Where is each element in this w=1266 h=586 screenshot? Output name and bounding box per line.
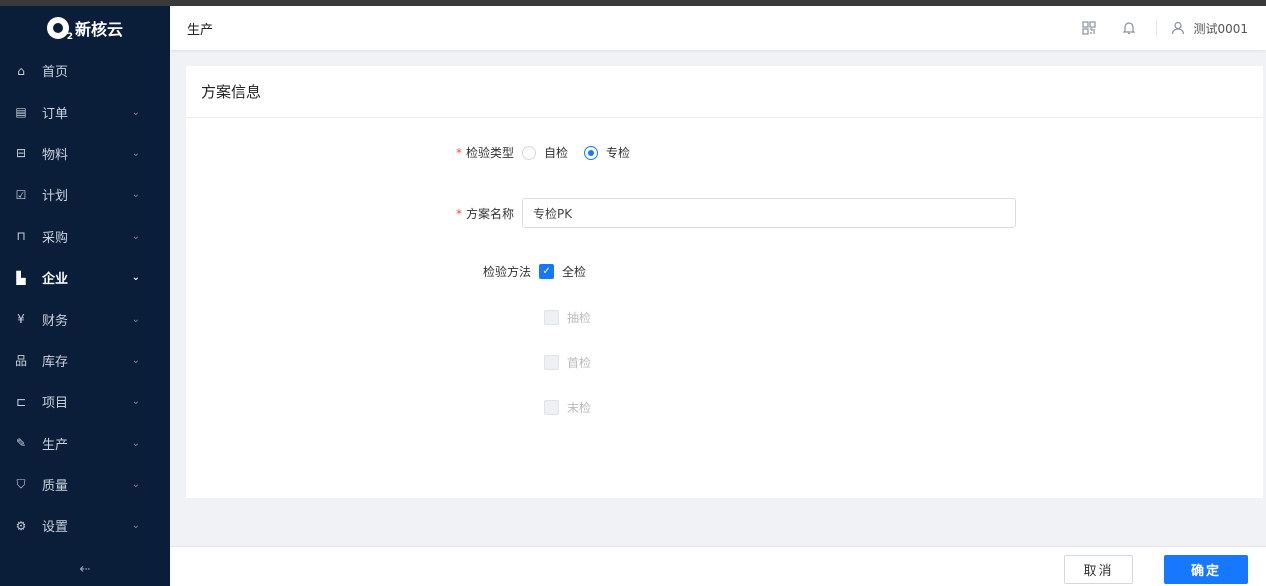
sidebar-item-label: 生产 xyxy=(42,437,69,453)
sidebar-item[interactable]: ¥ 财务 ⌄ xyxy=(0,298,170,339)
sidebar-item-label: 项目 xyxy=(42,396,69,412)
header-actions: 测试0001 xyxy=(1058,19,1248,37)
sidebar: 2 新核云 ⌂ 首页 ▤ 订单 ⌄ ⊟ 物料 ⌄ ☑ 计划 ⌄ ⊓ 采购 ⌄ ▙ 企业 ⌄ ¥ 财务 ⌄ 品库存 ⌄ ⊏ 项目… xyxy=(0,6,170,586)
inspection-type-label: * 检验类型 xyxy=(456,146,515,160)
sidebar-item-label: 质量 xyxy=(42,479,69,495)
plan-name-row: * 方案名称 xyxy=(456,198,1017,228)
top-header: 生产 测试0001 xyxy=(170,6,1266,50)
sidebar-item[interactable]: ☑ 计划 ⌄ xyxy=(0,174,170,215)
sidebar-item[interactable]: ⊟ 物料 ⌄ xyxy=(0,133,170,174)
sidebar-item[interactable]: 品库存 ⌄ xyxy=(0,340,170,381)
check-icon: ✓ xyxy=(539,264,555,279)
menu-icon: ⚙ xyxy=(15,518,27,533)
sidebar-item[interactable]: ⊓ 采购 ⌄ xyxy=(0,216,170,257)
sidebar-item-label: 物料 xyxy=(42,147,69,163)
sidebar-item[interactable]: ⛉ 质量 ⌄ xyxy=(0,464,170,505)
inspection-method-option-row: 末检 xyxy=(544,399,591,416)
sidebar-item[interactable]: ⚙ 设置 ⌄ xyxy=(0,505,170,546)
inspection-method-option-row: 抽检 xyxy=(544,309,591,326)
action-footer: 取消 确定 xyxy=(170,546,1266,586)
sidebar-item[interactable]: ▙ 企业 ⌄ xyxy=(0,257,170,298)
menu-icon: ⛉ xyxy=(16,477,26,492)
card-title: 方案信息 xyxy=(186,66,1263,118)
chevron-down-icon: ⌄ xyxy=(131,354,140,366)
checkbox-first-inspection[interactable]: 首检 xyxy=(544,354,591,371)
chevron-down-icon: ⌄ xyxy=(131,272,140,284)
plan-name-input[interactable] xyxy=(522,198,1017,228)
chevron-down-icon: ⌄ xyxy=(131,189,140,201)
sidebar-item-label: 设置 xyxy=(42,520,69,536)
header-divider xyxy=(1156,19,1158,37)
menu-icon: ▤ xyxy=(15,105,27,120)
inspection-method-label: 检验方法 xyxy=(483,265,532,279)
confirm-button[interactable]: 确定 xyxy=(1164,555,1248,584)
chevron-down-icon: ⌄ xyxy=(131,313,140,325)
menu-icon: ⊏ xyxy=(15,394,27,409)
cancel-button[interactable]: 取消 xyxy=(1064,555,1133,584)
sidebar-item-label: 企业 xyxy=(42,272,69,288)
chevron-down-icon: ⌄ xyxy=(131,520,140,532)
bell-icon[interactable] xyxy=(1120,19,1138,37)
chevron-down-icon: ⌄ xyxy=(131,147,140,159)
checkbox-sampling-inspection[interactable]: 抽检 xyxy=(544,309,591,326)
username: 测试0001 xyxy=(1193,21,1248,36)
plan-name-label: * 方案名称 xyxy=(456,206,515,221)
checkbox-full-inspection[interactable]: ✓ 全检 xyxy=(539,263,586,280)
app-logo[interactable]: 2 新核云 xyxy=(0,6,170,50)
menu-icon: ▙ xyxy=(16,270,26,285)
radio-special-inspection[interactable]: 专检 xyxy=(584,144,630,161)
sidebar-item[interactable]: ⌂ 首页 xyxy=(0,50,170,91)
collapse-sidebar-button[interactable]: ⇠ xyxy=(0,552,170,586)
sidebar-item-label: 库存 xyxy=(42,354,69,370)
chevron-down-icon: ⌄ xyxy=(131,437,140,449)
sidebar-item[interactable]: ▤ 订单 ⌄ xyxy=(0,91,170,132)
menu-icon: ⊟ xyxy=(15,146,27,161)
logo-icon: 2 xyxy=(46,17,73,42)
page-title: 生产 xyxy=(187,22,214,38)
sidebar-item-label: 订单 xyxy=(42,106,69,122)
radio-circle-icon xyxy=(522,145,537,160)
sidebar-menu: ⌂ 首页 ▤ 订单 ⌄ ⊟ 物料 ⌄ ☑ 计划 ⌄ ⊓ 采购 ⌄ ▙ 企业 ⌄ ¥ 财务 ⌄ 品库存 ⌄ ⊏ 项目 ⌄ ✎ 生产 ⌄ ⛉… xyxy=(0,50,170,547)
sidebar-item[interactable]: ✎ 生产 ⌄ xyxy=(0,423,170,464)
menu-icon: ¥ xyxy=(17,312,25,327)
menu-icon: ⌂ xyxy=(17,63,25,78)
inspection-type-row: * 检验类型 自检 专检 xyxy=(456,144,646,161)
checkbox-empty-icon xyxy=(544,355,559,370)
sidebar-item-label: 采购 xyxy=(42,230,69,246)
sidebar-item-label: 首页 xyxy=(42,65,69,81)
qr-code-icon[interactable] xyxy=(1080,19,1098,37)
menu-icon: 品 xyxy=(14,353,27,368)
menu-icon: ☑ xyxy=(15,187,27,202)
checkbox-empty-icon xyxy=(544,400,559,415)
radio-self-inspection[interactable]: 自检 xyxy=(522,144,568,161)
user-icon xyxy=(1169,19,1187,37)
radio-circle-checked-icon xyxy=(584,145,599,160)
menu-icon: ✎ xyxy=(15,436,27,451)
chevron-down-icon: ⌄ xyxy=(131,230,140,242)
chevron-down-icon: ⌄ xyxy=(131,479,140,491)
plan-info-card: 方案信息 *检验类型 自检 专检 *方案名称 检验方法 ✓ 全检 抽检 首检 xyxy=(186,66,1263,498)
inspection-method-row: 检验方法 ✓ 全检 xyxy=(483,263,586,280)
chevron-down-icon: ⌄ xyxy=(131,396,140,408)
chevron-down-icon: ⌄ xyxy=(131,106,140,118)
logo-text: 新核云 xyxy=(74,20,123,39)
sidebar-item-label: 计划 xyxy=(42,189,69,205)
checkbox-last-inspection[interactable]: 末检 xyxy=(544,399,591,416)
sidebar-item[interactable]: ⊏ 项目 ⌄ xyxy=(0,381,170,422)
inspection-method-option-row: 首检 xyxy=(544,354,591,371)
sidebar-item-label: 财务 xyxy=(42,313,69,329)
menu-icon: ⊓ xyxy=(16,229,26,244)
arrow-left-icon: ⇠ xyxy=(79,561,91,577)
checkbox-empty-icon xyxy=(544,310,559,325)
user-menu[interactable]: 测试0001 xyxy=(1169,19,1248,37)
